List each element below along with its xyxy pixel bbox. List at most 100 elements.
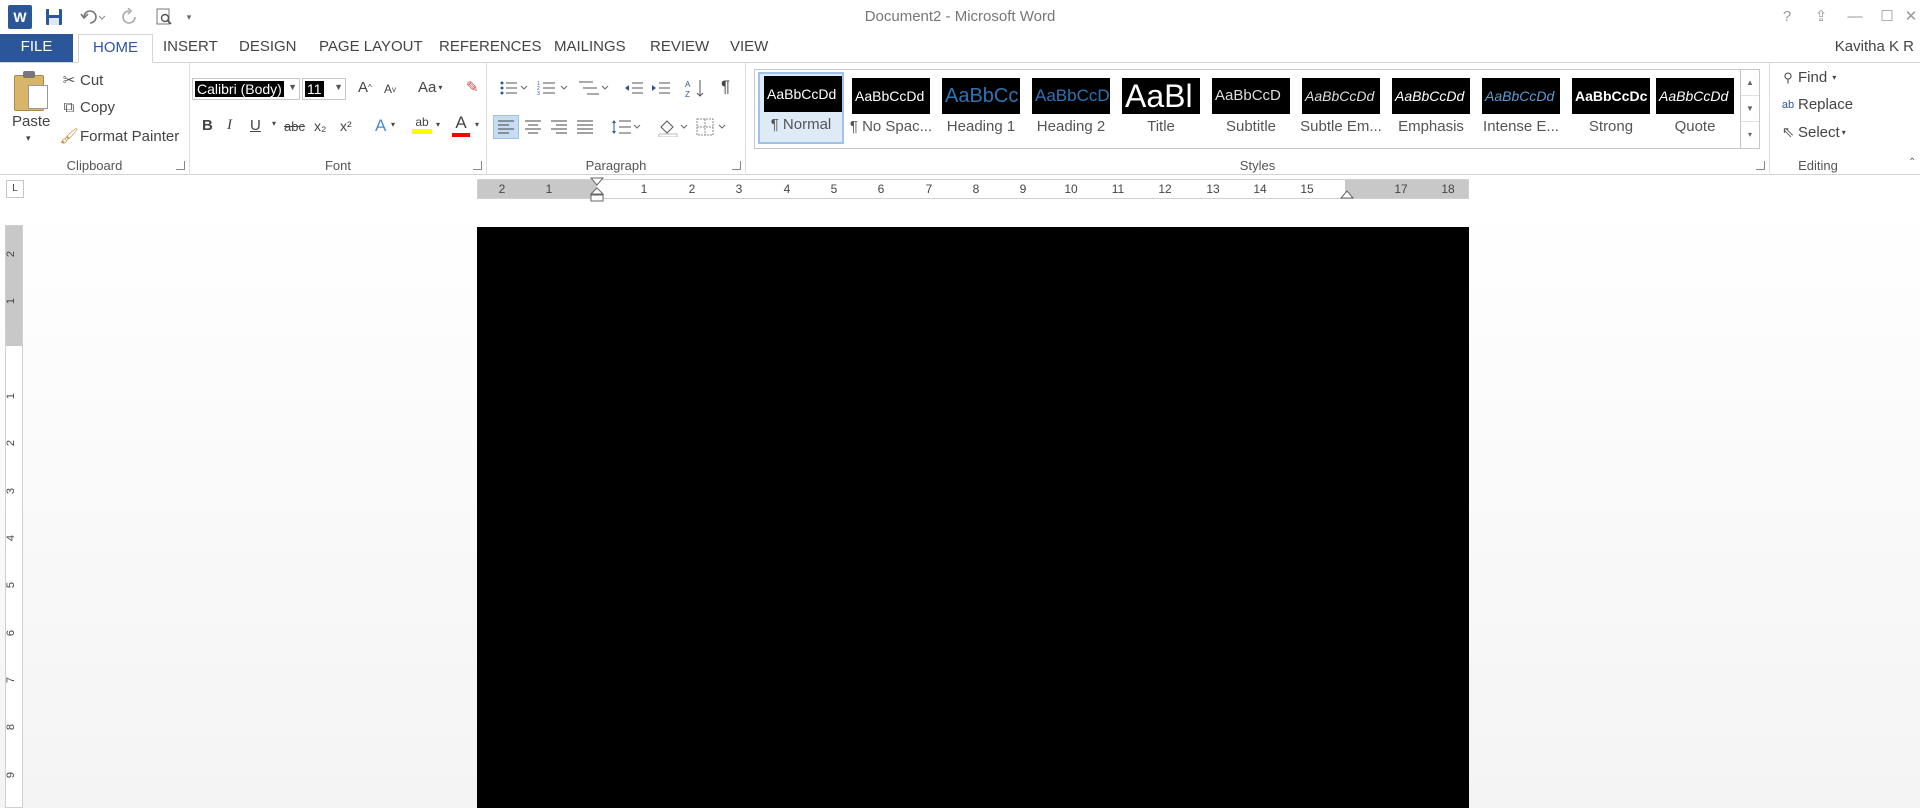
align-left-icon[interactable] xyxy=(493,115,519,139)
style-subtitle-sample: AaBbCcD xyxy=(1212,78,1290,114)
ruler-number: 8 xyxy=(5,723,18,731)
tab-design[interactable]: DESIGN xyxy=(225,34,311,62)
style-normal[interactable]: AaBbCcDd ¶ Normal xyxy=(758,72,844,144)
underline-button[interactable]: U xyxy=(250,117,261,134)
clear-formatting-icon[interactable]: ✎ xyxy=(466,78,479,96)
ruler-number: 13 xyxy=(1206,182,1220,196)
vertical-ruler[interactable]: 2 1 1 2 3 4 5 6 7 8 9 xyxy=(5,225,23,808)
italic-button[interactable]: I xyxy=(227,117,232,134)
horizontal-ruler[interactable]: 2 1 1 2 3 4 5 6 7 8 9 10 11 12 13 14 15 … xyxy=(477,177,1469,202)
paste-dropdown-icon[interactable]: ▾ xyxy=(26,133,31,144)
ruler-number: 3 xyxy=(5,487,18,495)
paste-icon[interactable] xyxy=(14,71,50,111)
paragraph-group: 123 AZ ¶ Paragraph xyxy=(487,63,746,175)
right-indent-marker-icon[interactable] xyxy=(1340,186,1354,200)
style-strong[interactable]: AaBbCcDc Strong xyxy=(1568,74,1654,142)
ruler-number: 2 xyxy=(688,182,696,196)
help-icon[interactable]: ? xyxy=(1772,5,1802,29)
clipboard-dialog-launcher-icon[interactable] xyxy=(176,161,185,170)
align-right-icon[interactable] xyxy=(551,120,567,134)
close-icon[interactable]: ✕ xyxy=(1902,5,1920,29)
first-line-indent-marker-icon[interactable] xyxy=(590,177,604,203)
tab-references[interactable]: REFERENCES xyxy=(425,34,556,62)
tab-review[interactable]: REVIEW xyxy=(636,34,723,62)
grow-font-button[interactable]: A ^ xyxy=(358,79,372,96)
superscript-button[interactable]: x² xyxy=(340,118,352,134)
ruler-number: 6 xyxy=(877,182,885,196)
style-subtle-emphasis[interactable]: AaBbCcDd Subtle Em... xyxy=(1298,74,1384,142)
tab-home[interactable]: HOME xyxy=(78,34,153,63)
find-button[interactable]: ⚲ Find ▾ xyxy=(1778,69,1836,86)
clipboard-group-label: Clipboard xyxy=(66,158,123,173)
subscript-button[interactable]: x₂ xyxy=(314,118,326,134)
underline-dropdown-icon[interactable]: ▾ xyxy=(272,119,276,128)
change-case-button[interactable]: Aa ▾ xyxy=(418,79,442,96)
font-size-combo[interactable]: 11 ▼ xyxy=(302,78,346,100)
tab-page-layout[interactable]: PAGE LAYOUT xyxy=(305,34,437,62)
style-heading-2[interactable]: AaBbCcD Heading 2 xyxy=(1028,74,1114,142)
tab-insert[interactable]: INSERT xyxy=(149,34,232,62)
replace-button[interactable]: ab Replace xyxy=(1778,96,1853,113)
collapse-ribbon-icon[interactable]: ⌃ xyxy=(1908,157,1916,168)
shading-icon[interactable] xyxy=(657,117,689,137)
ruler-number: 8 xyxy=(972,182,980,196)
ruler-number: 7 xyxy=(925,182,933,196)
clipboard-group: Paste ▾ ✂ Cut ⧉ Copy 🖌 Format Painter Cl… xyxy=(0,63,190,175)
styles-dialog-launcher-icon[interactable] xyxy=(1756,161,1765,170)
shrink-font-button[interactable]: Av xyxy=(384,82,396,96)
font-color-button[interactable]: A xyxy=(452,113,470,137)
tab-view[interactable]: VIEW xyxy=(716,34,782,62)
style-intense-emphasis[interactable]: AaBbCcDd Intense E... xyxy=(1478,74,1564,142)
copy-button[interactable]: ⧉ Copy xyxy=(58,99,115,116)
style-heading-1[interactable]: AaBbCc Heading 1 xyxy=(938,74,1024,142)
minimize-icon[interactable]: — xyxy=(1840,5,1870,29)
tab-mailings[interactable]: MAILINGS xyxy=(540,34,640,62)
styles-scroll-up-icon[interactable]: ▲ xyxy=(1741,70,1759,96)
bullets-icon[interactable] xyxy=(499,79,529,97)
ribbon-display-options-icon[interactable]: ⇪ xyxy=(1806,5,1836,29)
ruler-number: 6 xyxy=(5,629,18,637)
style-title[interactable]: AaBl Title xyxy=(1118,74,1204,142)
decrease-indent-icon[interactable] xyxy=(623,79,645,97)
sort-icon[interactable]: AZ xyxy=(685,78,707,98)
user-account[interactable]: Kavitha K R xyxy=(1835,38,1914,55)
font-color-dropdown-icon[interactable]: ▾ xyxy=(475,120,479,129)
cut-label: Cut xyxy=(80,71,104,89)
line-spacing-icon[interactable] xyxy=(611,118,641,136)
borders-icon[interactable] xyxy=(695,117,729,137)
paste-button[interactable]: Paste xyxy=(12,113,50,130)
numbering-icon[interactable]: 123 xyxy=(537,79,571,97)
font-size-dropdown-icon[interactable]: ▼ xyxy=(334,82,343,92)
cut-button[interactable]: ✂ Cut xyxy=(58,71,104,90)
font-family-combo[interactable]: Calibri (Body) ▼ xyxy=(192,78,300,100)
tab-stop-selector[interactable]: L xyxy=(6,180,24,198)
styles-scroll-down-icon[interactable]: ▼ xyxy=(1741,96,1759,122)
font-group: Calibri (Body) ▼ 11 ▼ A ^ Av Aa ▾ ✎ B I U … xyxy=(190,63,487,175)
style-no-spacing[interactable]: AaBbCcDd ¶ No Spac... xyxy=(848,74,934,142)
format-painter-button[interactable]: 🖌 Format Painter xyxy=(58,127,180,146)
font-family-dropdown-icon[interactable]: ▼ xyxy=(288,82,297,92)
format-painter-label: Format Painter xyxy=(80,127,180,145)
highlight-button[interactable]: ab xyxy=(412,115,432,134)
style-quote[interactable]: AaBbCcDd Quote xyxy=(1652,74,1738,142)
show-formatting-marks-button[interactable]: ¶ xyxy=(721,77,730,97)
increase-indent-icon[interactable] xyxy=(650,79,672,97)
styles-more-icon[interactable]: ▾ xyxy=(1741,122,1759,148)
style-emphasis[interactable]: AaBbCcDd Emphasis xyxy=(1388,74,1474,142)
align-center-icon[interactable] xyxy=(525,120,541,134)
strikethrough-button[interactable]: abc xyxy=(284,119,305,134)
bold-button[interactable]: B xyxy=(202,117,213,134)
tab-file[interactable]: FILE xyxy=(0,34,73,62)
title-bar: W ▾ Document2 - Microsoft Word ? ⇪ — ☐ ✕ xyxy=(0,0,1920,34)
justify-icon[interactable] xyxy=(577,120,593,134)
text-effects-button[interactable]: A xyxy=(375,116,386,136)
maximize-icon[interactable]: ☐ xyxy=(1872,5,1902,29)
select-button[interactable]: ⇖ Select ▾ xyxy=(1778,123,1846,142)
multilevel-list-icon[interactable] xyxy=(577,79,611,97)
document-page[interactable] xyxy=(477,227,1469,808)
paragraph-dialog-launcher-icon[interactable] xyxy=(732,161,741,170)
style-subtitle[interactable]: AaBbCcD Subtitle xyxy=(1208,74,1294,142)
text-effects-dropdown-icon[interactable]: ▾ xyxy=(391,120,395,129)
highlight-dropdown-icon[interactable]: ▾ xyxy=(436,120,440,129)
font-dialog-launcher-icon[interactable] xyxy=(473,161,482,170)
